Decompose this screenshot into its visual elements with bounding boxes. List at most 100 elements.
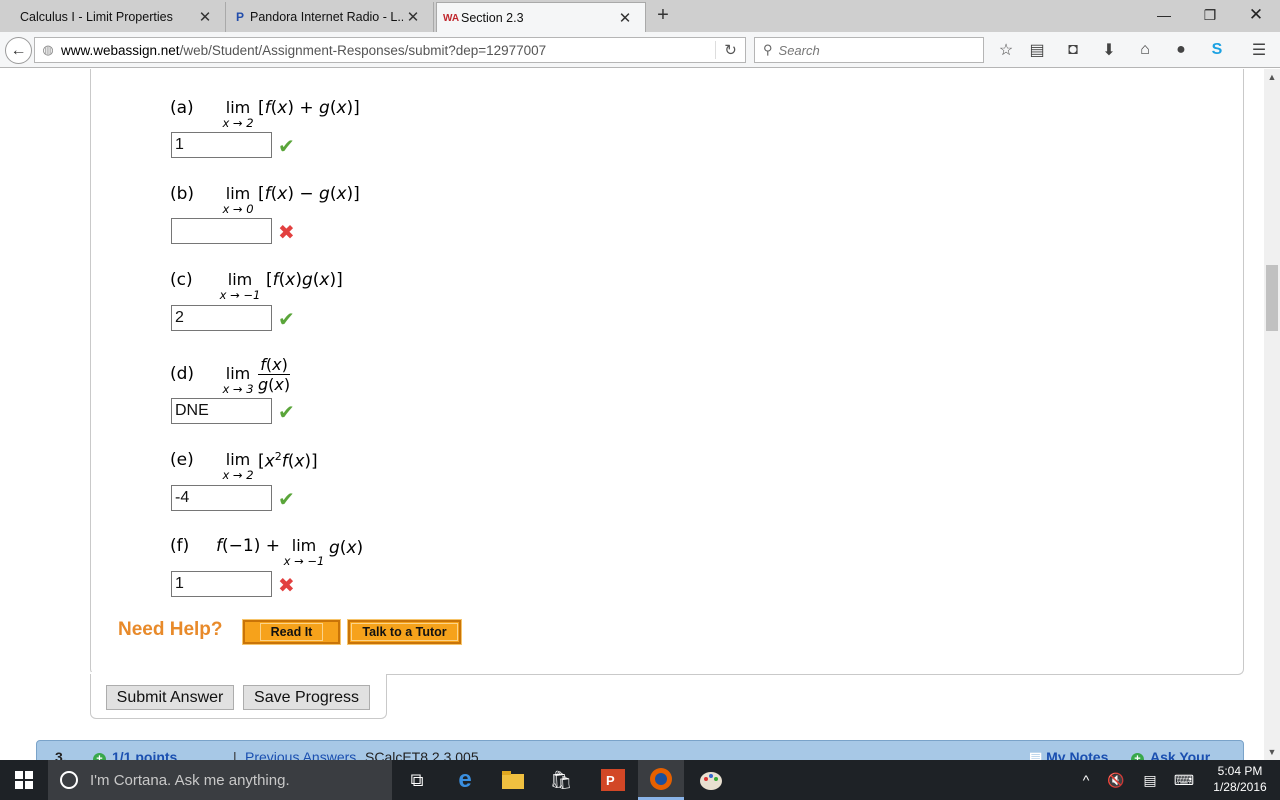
read-it-button[interactable]: Read It	[242, 619, 341, 645]
file-explorer-icon[interactable]	[490, 760, 536, 800]
answer-input-b[interactable]	[171, 218, 272, 244]
cortana-search[interactable]: I'm Cortana. Ask me anything.	[48, 760, 392, 800]
plus-icon: +	[93, 753, 106, 760]
limit-subscript: x → 3	[222, 382, 254, 396]
limit-operator: lim x → 3	[220, 364, 256, 396]
answer-input-d[interactable]	[171, 398, 272, 424]
back-button[interactable]: ←	[5, 37, 32, 64]
need-help-label: Need Help?	[118, 619, 223, 640]
menu-icon[interactable]: ☰	[1248, 40, 1270, 60]
previous-answers-link[interactable]: Previous Answers	[245, 749, 356, 760]
search-input[interactable]: ⚲ Search	[754, 37, 984, 63]
tab-title: Section 2.3	[461, 10, 524, 25]
part-label: (f)	[170, 536, 190, 556]
tab-title: Pandora Internet Radio - L...	[250, 10, 403, 24]
webassign-icon: WA	[442, 12, 460, 24]
answer-input-c[interactable]	[171, 305, 272, 331]
minimize-icon[interactable]: —	[1144, 2, 1184, 28]
part-label: (e)	[170, 450, 194, 470]
checkmark-icon: ✔	[278, 487, 295, 511]
limit-subscript: x → 2	[222, 116, 254, 130]
plus-icon: +	[1131, 753, 1144, 760]
limit-subscript: x → 0	[222, 202, 254, 216]
reload-icon[interactable]: ↻	[715, 41, 745, 59]
volume-muted-icon[interactable]: 🔇	[1104, 760, 1128, 800]
search-placeholder: Search	[778, 42, 820, 58]
page-content: (a) limx → 2 [f(x) + g(x)] ✔ (b) limx → …	[0, 69, 1264, 760]
task-view-icon[interactable]: ⧉	[394, 760, 440, 800]
cross-icon: ✖	[278, 573, 295, 597]
scroll-down-icon[interactable]: ▼	[1264, 744, 1280, 760]
question-code: SCalcET8 2.3.005.	[365, 749, 483, 760]
url-text[interactable]: www.webassign.net/web/Student/Assignment…	[61, 43, 715, 58]
bookmarks-list-icon[interactable]: ▤	[1026, 40, 1048, 60]
home-icon[interactable]: ⌂	[1134, 40, 1156, 60]
limit-subscript: x → −1	[219, 288, 261, 302]
bookmark-star-icon[interactable]: ☆	[995, 40, 1017, 60]
chat-icon[interactable]: ●	[1170, 40, 1192, 60]
tab-title: Calculus I - Limit Properties	[20, 10, 173, 24]
time: 5:04 PM	[1217, 764, 1263, 778]
checkmark-icon: ✔	[278, 400, 295, 424]
globe-icon: ◍	[42, 42, 54, 57]
answer-input-a[interactable]	[171, 132, 272, 158]
scroll-thumb[interactable]	[1266, 265, 1278, 331]
part-label: (a)	[170, 98, 194, 118]
scroll-up-icon[interactable]: ▲	[1264, 69, 1280, 85]
expression: g(x)	[329, 538, 364, 558]
clock[interactable]: 5:04 PM 1/28/2016	[1200, 763, 1280, 795]
date: 1/28/2016	[1213, 780, 1267, 794]
pandora-icon: P	[235, 10, 244, 24]
question-number: 3.	[55, 749, 67, 760]
chevron-up-icon[interactable]: ^	[1076, 760, 1096, 800]
close-tab-icon[interactable]: ✕	[195, 8, 215, 26]
store-icon[interactable]: 🛍	[538, 760, 584, 800]
save-progress-button[interactable]: Save Progress	[243, 685, 370, 710]
close-tab-icon[interactable]: ✕	[615, 9, 635, 27]
part-label: (d)	[170, 364, 195, 384]
close-window-icon[interactable]: ✕	[1236, 2, 1276, 28]
talk-to-tutor-button[interactable]: Talk to a Tutor	[347, 619, 462, 645]
expression-prefix: f(−1) +	[216, 536, 280, 556]
url-domain: www.webassign.net	[61, 42, 180, 58]
expression: [f(x) − g(x)]	[258, 184, 360, 204]
edge-icon[interactable]: e	[442, 760, 488, 800]
limit-operator: lim x → −1	[283, 536, 325, 568]
new-tab-icon[interactable]: +	[652, 4, 674, 27]
download-icon[interactable]: ⬇	[1098, 40, 1120, 60]
vertical-scrollbar[interactable]: ▲ ▼	[1264, 69, 1280, 760]
firefox-icon[interactable]	[638, 760, 684, 800]
limit-subscript: x → −1	[283, 554, 325, 568]
close-tab-icon[interactable]: ✕	[403, 8, 423, 26]
next-question-header: 3. +1/1 points | Previous Answers SCalcE…	[36, 740, 1244, 760]
restore-icon[interactable]: ❐	[1190, 2, 1230, 28]
powerpoint-icon[interactable]: P	[590, 760, 636, 800]
ask-teacher-link[interactable]: +Ask Your Teacher	[1131, 749, 1243, 760]
start-button[interactable]	[0, 760, 48, 800]
windows-logo-icon	[15, 771, 33, 789]
expression: [f(x)g(x)]	[266, 270, 343, 290]
pocket-icon[interactable]: ◘	[1062, 40, 1084, 60]
url-bar[interactable]: ◍ www.webassign.net/web/Student/Assignme…	[34, 37, 746, 63]
checkmark-icon: ✔	[278, 307, 295, 331]
separator: |	[233, 749, 237, 760]
points-link[interactable]: +1/1 points	[93, 749, 177, 760]
nav-toolbar: ← ◍ www.webassign.net/web/Student/Assign…	[0, 32, 1280, 68]
cortana-icon	[60, 771, 78, 789]
limit-operator: lim x → 2	[220, 98, 256, 130]
my-notes-link[interactable]: ▤ My Notes	[1029, 749, 1108, 760]
paint-icon[interactable]	[688, 760, 734, 800]
notifications-icon[interactable]: ▤	[1138, 760, 1162, 800]
keyboard-icon[interactable]: ⌨	[1168, 760, 1200, 800]
search-icon: ⚲	[763, 42, 773, 57]
answer-input-e[interactable]	[171, 485, 272, 511]
denominator: g(x)	[258, 375, 291, 394]
tab-pandora[interactable]: P Pandora Internet Radio - L... ✕	[226, 2, 434, 32]
skype-icon[interactable]: S	[1206, 40, 1228, 60]
answer-input-f[interactable]	[171, 571, 272, 597]
tab-section-2-3[interactable]: WA Section 2.3 ✕	[436, 2, 646, 32]
url-path: /web/Student/Assignment-Responses/submit…	[179, 42, 547, 58]
submit-answer-button[interactable]: Submit Answer	[106, 685, 234, 710]
part-label: (b)	[170, 184, 195, 204]
tab-calculus[interactable]: Calculus I - Limit Properties ✕	[0, 2, 226, 32]
